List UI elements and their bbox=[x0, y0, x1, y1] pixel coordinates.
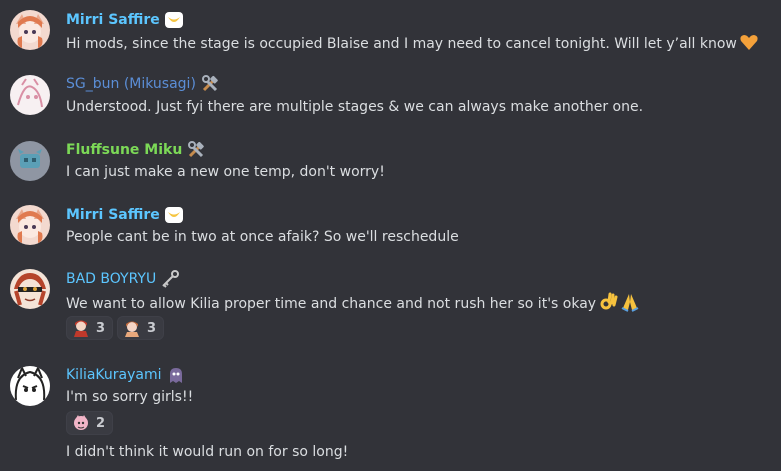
orange-heart-icon bbox=[740, 35, 758, 50]
ghost-emote-icon bbox=[169, 368, 182, 383]
message-text: I can just make a new one temp, don't wo… bbox=[66, 164, 385, 180]
avatar[interactable] bbox=[10, 205, 50, 245]
pink-emote-icon bbox=[74, 415, 88, 430]
hammer-wrench-icon bbox=[188, 141, 205, 158]
message-text: Understood. Just fyi there are multiple … bbox=[66, 99, 644, 115]
girl-emote-icon bbox=[74, 320, 88, 337]
message-text: We want to allow Kilia proper time and c… bbox=[66, 292, 640, 314]
crescent-icon bbox=[164, 12, 183, 28]
ok-hand-icon bbox=[600, 292, 618, 310]
author-name[interactable]: Mirri Saffire bbox=[66, 10, 160, 30]
reaction-button[interactable]: 3 bbox=[66, 316, 114, 340]
avatar[interactable] bbox=[10, 366, 50, 406]
crescent-icon bbox=[164, 207, 183, 223]
avatar[interactable] bbox=[10, 10, 50, 50]
avatar[interactable] bbox=[10, 75, 50, 115]
key-icon bbox=[162, 270, 180, 288]
author-name[interactable]: KiliaKurayami bbox=[66, 365, 162, 385]
message-text: People cant be in two at once afaik? So … bbox=[66, 229, 459, 245]
author-name[interactable]: Fluffsune Miku bbox=[66, 140, 182, 160]
author-name[interactable]: BAD BOYRYU bbox=[66, 269, 156, 289]
avatar[interactable] bbox=[10, 269, 50, 309]
reaction-button[interactable]: 2 bbox=[66, 411, 114, 435]
reaction-button[interactable]: 3 bbox=[117, 316, 165, 340]
author-name[interactable]: SG_bun (Mikusagi) bbox=[66, 74, 196, 94]
girl-emote-icon bbox=[125, 321, 140, 337]
message-text: Hi mods, since the stage is occupied Bla… bbox=[66, 32, 759, 54]
avatar[interactable] bbox=[10, 141, 50, 181]
author-name[interactable]: Mirri Saffire bbox=[66, 205, 160, 225]
hammer-wrench-icon bbox=[201, 75, 218, 92]
folded-hands-icon bbox=[621, 294, 639, 312]
message-text: I'm so sorry girls!! bbox=[66, 389, 194, 405]
message-text: I didn't think it would run on for so lo… bbox=[66, 444, 349, 460]
